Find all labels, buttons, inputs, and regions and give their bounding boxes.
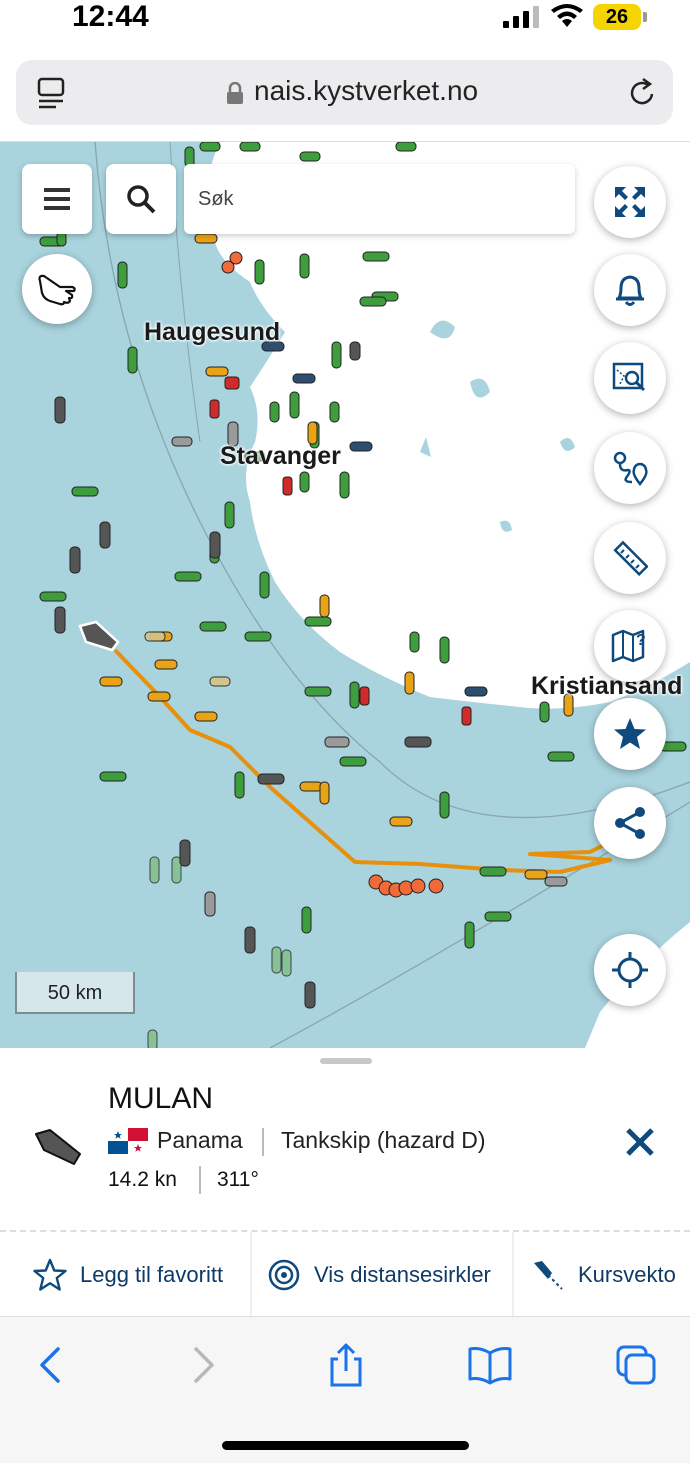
distance-circles-label: Vis distansesirkler xyxy=(314,1262,491,1287)
map-view[interactable]: Haugesund Stavanger Kristiansand Søk ? 5… xyxy=(0,142,690,1048)
fullscreen-icon xyxy=(615,187,645,217)
alerts-button[interactable] xyxy=(594,254,666,326)
ruler-icon xyxy=(613,540,648,576)
divider xyxy=(250,1232,252,1318)
svg-text:?: ? xyxy=(636,632,646,649)
search-icon xyxy=(127,185,156,214)
battery-indicator: 26 xyxy=(593,4,647,30)
hand-pointer-icon xyxy=(38,274,76,306)
hamburger-icon xyxy=(44,188,70,210)
search-button[interactable] xyxy=(106,164,176,234)
map-search-icon xyxy=(612,362,646,392)
status-bar: 12:44 26 xyxy=(0,0,690,50)
map-help-icon: ? xyxy=(611,629,646,663)
ship-type: Tankskip (hazard D) xyxy=(281,1127,486,1153)
map-help-button[interactable]: ? xyxy=(594,610,666,682)
share-button[interactable] xyxy=(594,787,666,859)
divider xyxy=(512,1232,514,1318)
flag-country: Panama xyxy=(157,1127,243,1153)
forward-icon[interactable] xyxy=(180,1343,224,1387)
share-sheet-icon[interactable] xyxy=(324,1343,368,1387)
vessel-name: MULAN xyxy=(108,1082,214,1115)
route-icon xyxy=(613,451,648,486)
place-label-haugesund: Haugesund xyxy=(144,318,281,346)
measure-button[interactable] xyxy=(594,522,666,594)
url-text[interactable]: nais.kystverket.no xyxy=(254,75,478,107)
locate-me-button[interactable] xyxy=(594,934,666,1006)
clock: 12:44 xyxy=(72,0,149,33)
route-button[interactable] xyxy=(594,432,666,504)
address-bar[interactable]: nais.kystverket.no xyxy=(16,60,673,125)
wifi-icon xyxy=(551,4,583,27)
vessel-actions: Legg til favoritt Vis distansesirkler Ku… xyxy=(0,1230,690,1318)
fullscreen-button[interactable] xyxy=(594,166,666,238)
distance-circles-button[interactable]: Vis distansesirkler xyxy=(266,1232,491,1318)
pointer-mode-button[interactable] xyxy=(22,254,92,324)
divider xyxy=(262,1128,264,1156)
browser-toolbar xyxy=(0,1316,690,1463)
vessel-speed: 14.2 kn xyxy=(108,1168,177,1191)
course-vector-label: Kursvekto xyxy=(578,1262,676,1287)
reload-icon[interactable] xyxy=(626,76,658,110)
back-icon[interactable] xyxy=(30,1343,74,1387)
add-favorite-button[interactable]: Legg til favoritt xyxy=(32,1232,223,1318)
menu-button[interactable] xyxy=(22,164,92,234)
tabs-icon[interactable] xyxy=(614,1343,658,1387)
place-label-stavanger: Stavanger xyxy=(220,442,341,470)
course-vector-button[interactable]: Kursvekto xyxy=(530,1232,676,1318)
add-favorite-label: Legg til favoritt xyxy=(80,1262,224,1287)
bell-icon xyxy=(616,275,644,306)
scale-bar: 50 km xyxy=(15,972,135,1014)
vessel-course: 311° xyxy=(217,1168,259,1191)
share-icon xyxy=(615,807,645,839)
course-vector-icon xyxy=(534,1261,563,1290)
map-canvas[interactable] xyxy=(0,142,690,1048)
locate-icon xyxy=(612,952,648,988)
lock-icon xyxy=(227,82,243,104)
star-outline-icon xyxy=(33,1258,67,1291)
bookmarks-icon[interactable] xyxy=(468,1343,512,1387)
panama-flag-icon xyxy=(108,1128,148,1154)
map-search-button[interactable] xyxy=(594,342,666,414)
divider xyxy=(199,1166,201,1194)
place-label-kristiansand: Kristiansand xyxy=(531,672,683,700)
close-icon[interactable] xyxy=(622,1124,658,1160)
favorites-button[interactable] xyxy=(594,698,666,770)
cellular-signal-icon xyxy=(503,6,539,28)
drag-handle[interactable] xyxy=(320,1058,372,1064)
selected-vessel-marker xyxy=(78,620,120,652)
home-indicator xyxy=(222,1441,469,1450)
search-input[interactable]: Søk xyxy=(184,164,575,234)
star-icon xyxy=(614,718,646,749)
vessel-type-icon xyxy=(35,1129,81,1165)
target-circles-icon xyxy=(268,1259,300,1291)
browser-address-area: nais.kystverket.no xyxy=(0,50,690,142)
page-menu-icon[interactable] xyxy=(36,76,68,110)
